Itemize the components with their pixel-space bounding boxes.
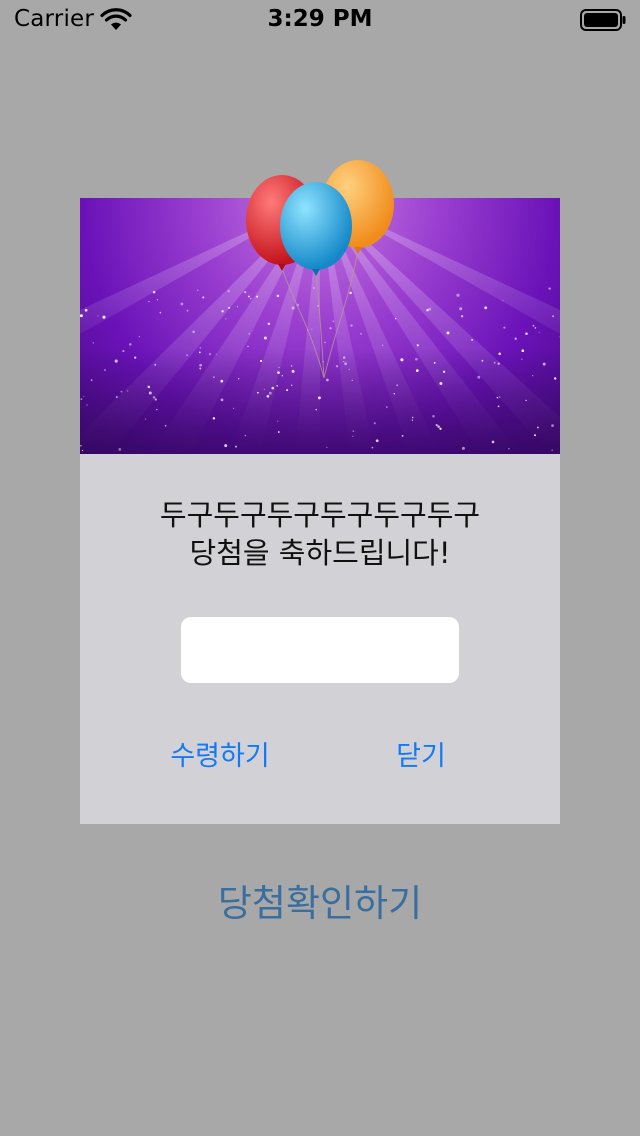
- check-win-button[interactable]: 당첨확인하기: [0, 872, 640, 928]
- balloons-icon: [246, 160, 394, 379]
- clock: 3:29 PM: [267, 6, 373, 32]
- battery-icon: [580, 9, 626, 31]
- congrats-message: 두구두구두구두구두구두구 당첨을 축하드립니다!: [80, 496, 560, 572]
- receive-button[interactable]: 수령하기: [166, 733, 274, 773]
- message-line-2: 당첨을 축하드립니다!: [189, 536, 451, 570]
- close-button[interactable]: 닫기: [395, 733, 447, 773]
- message-line-1: 두구두구두구두구두구두구: [159, 498, 481, 532]
- prize-code-input[interactable]: [181, 617, 459, 683]
- status-bar: Carrier 3:29 PM: [0, 0, 640, 40]
- prize-popup: 두구두구두구두구두구두구 당첨을 축하드립니다! 수령하기 닫기: [80, 160, 560, 824]
